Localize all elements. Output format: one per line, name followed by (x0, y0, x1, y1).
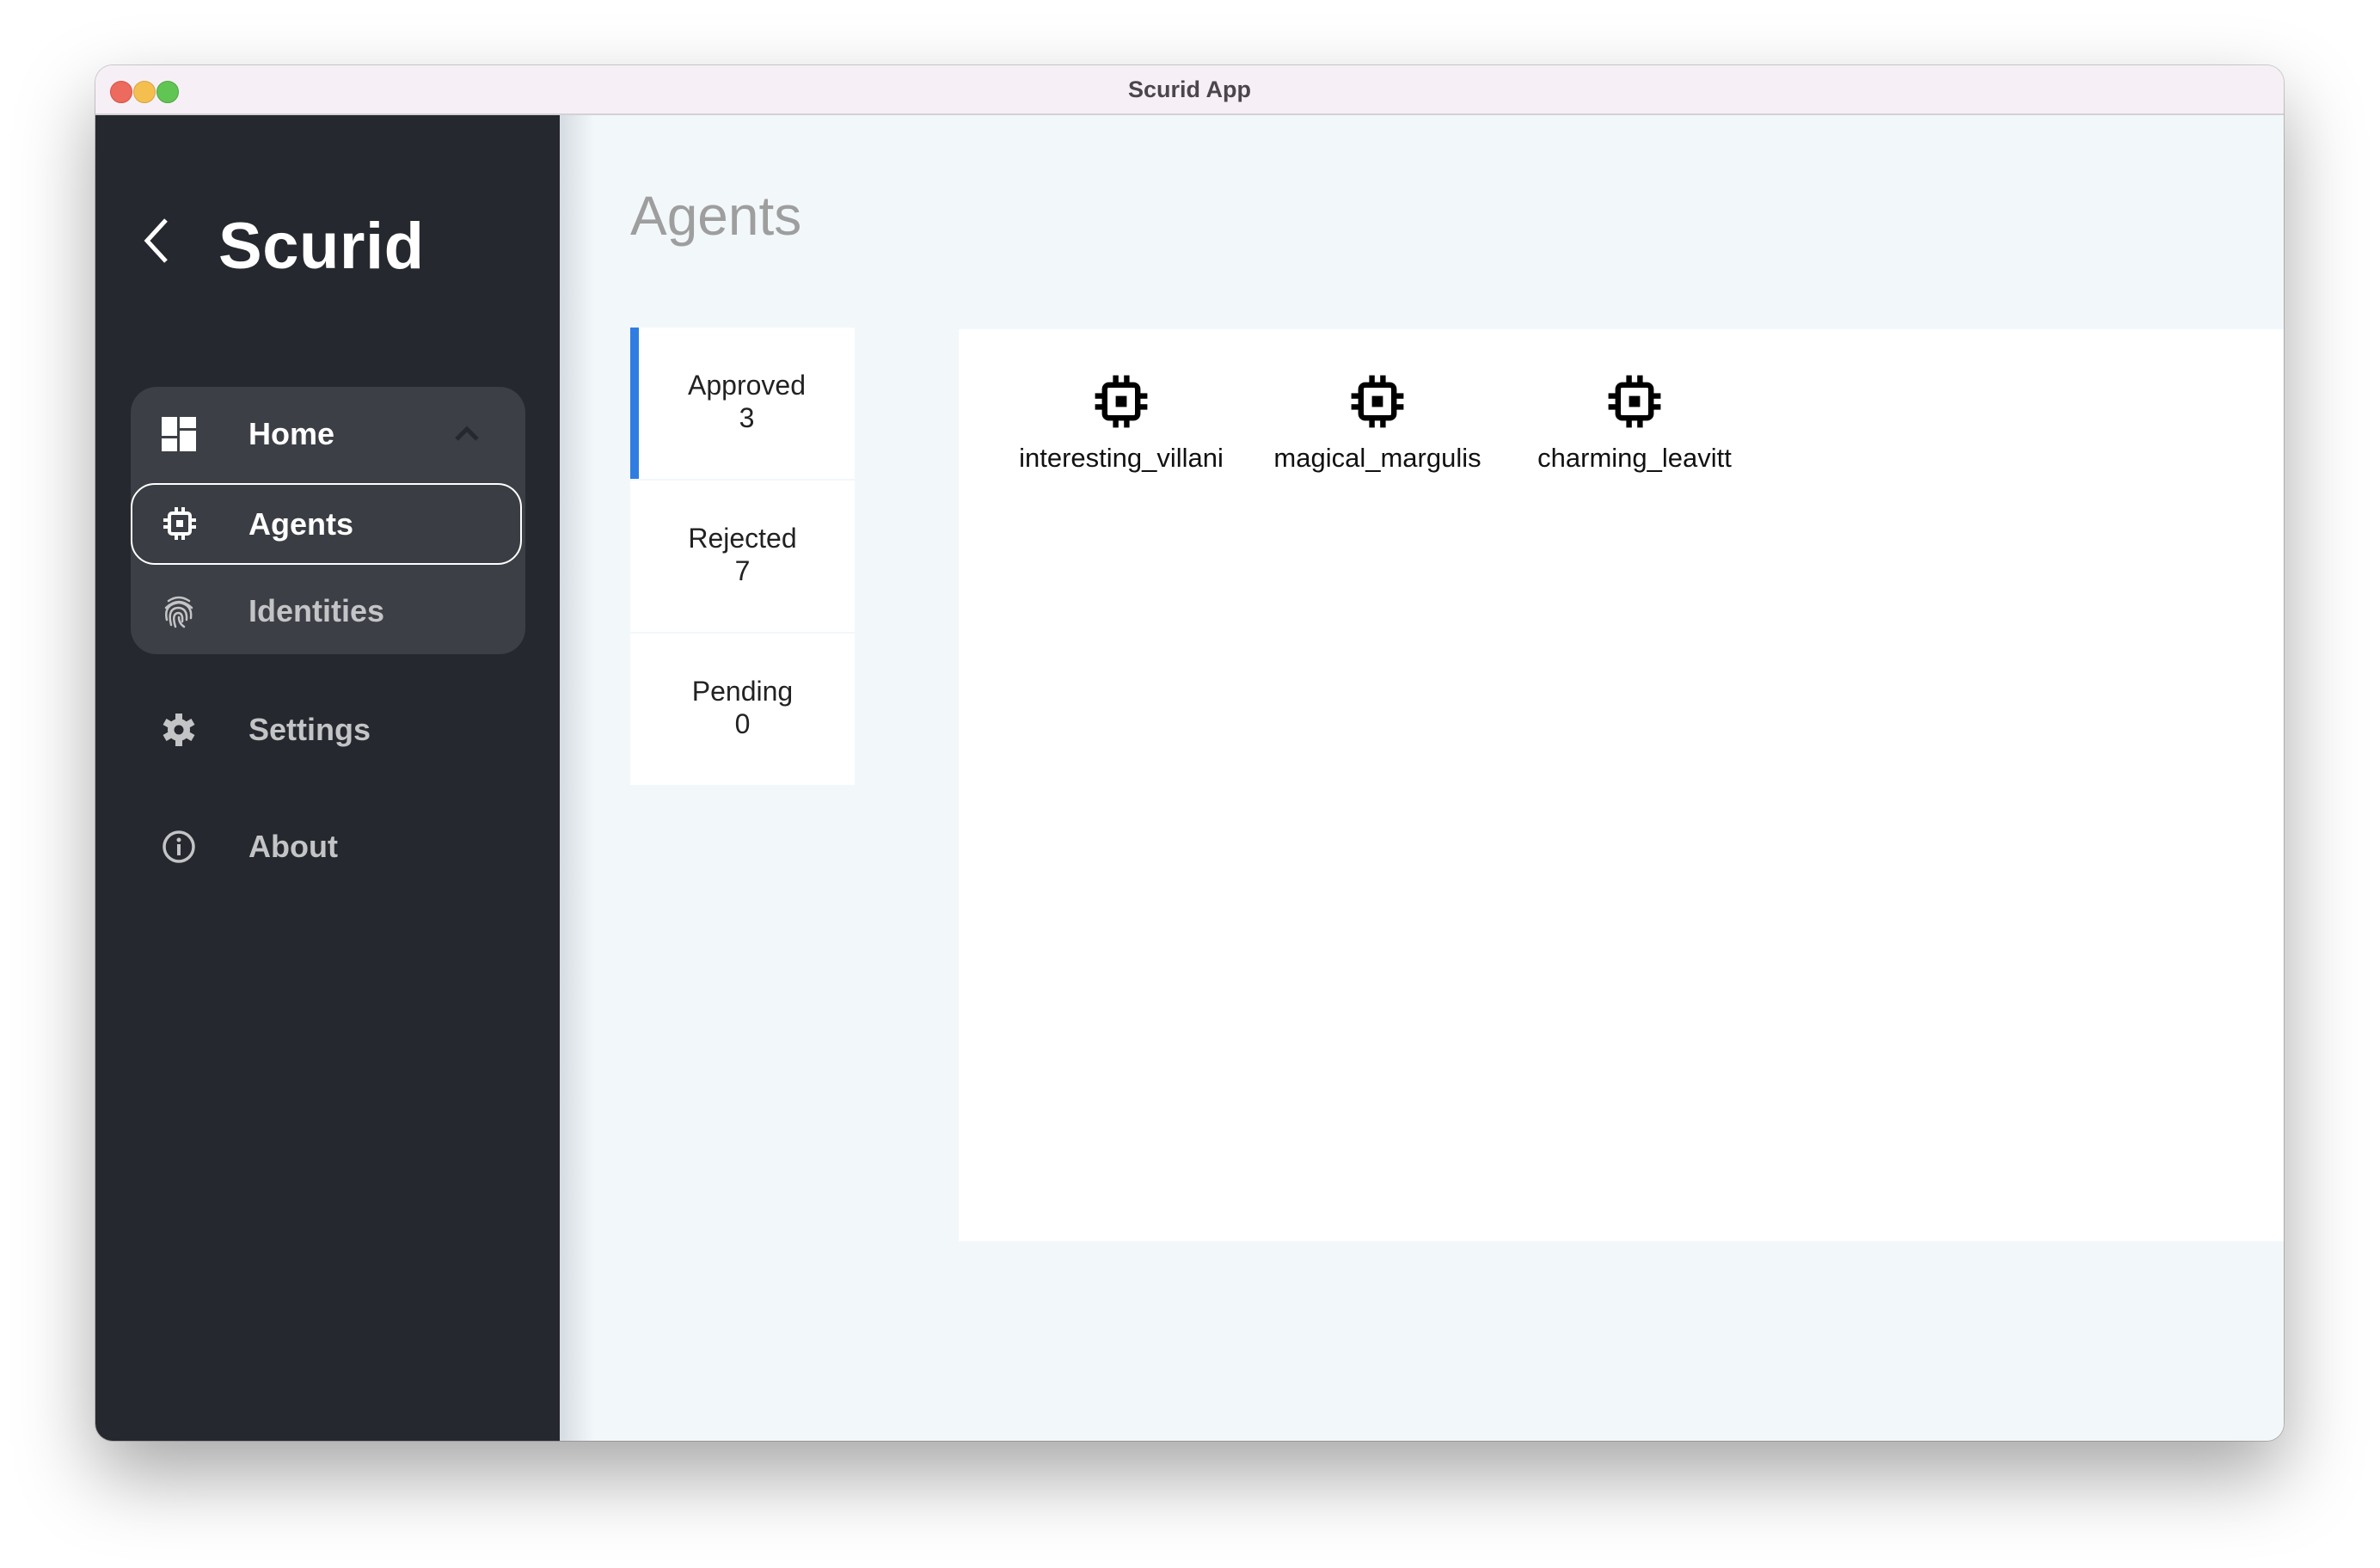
app-window: Scurid App Scurid Home Agents Identities… (95, 65, 2284, 1441)
main-content: Agents Approved 3 Rejected 7 Pending 0 i… (560, 115, 2284, 1441)
chip-icon (1095, 375, 1148, 428)
tab-label: Approved (688, 370, 806, 401)
sidebar-item-label: Home (248, 416, 335, 451)
page-title: Agents (630, 185, 802, 247)
sidebar-item-label: Settings (248, 712, 371, 747)
agent-name: charming_leavitt (1537, 443, 1732, 473)
agent-name: magical_margulis (1273, 443, 1481, 473)
chevron-left-icon (144, 218, 168, 263)
sidebar-item-label: Agents (248, 506, 354, 542)
sidebar: Scurid Home Agents Identities Settings A… (95, 115, 560, 1441)
chip-icon (1351, 375, 1404, 428)
chip-icon (163, 507, 196, 540)
chevron-up-icon[interactable] (454, 423, 480, 444)
sidebar-item-label: About (248, 829, 338, 864)
tab-count: 7 (734, 555, 751, 586)
agent-name: interesting_villani (1019, 443, 1224, 473)
agent-item[interactable]: charming_leavitt (1514, 374, 1755, 475)
tab-count: 3 (739, 402, 755, 433)
info-icon (163, 830, 195, 863)
sidebar-item-home[interactable]: Home (131, 387, 525, 471)
sidebar-shadow (560, 115, 594, 1441)
fingerprint-icon (164, 596, 193, 628)
sidebar-item-agents[interactable]: Agents (131, 483, 522, 565)
sidebar-item-label: Identities (248, 593, 385, 628)
window-title: Scurid App (1127, 77, 1251, 102)
gear-icon (163, 714, 195, 746)
dashboard-icon (162, 417, 196, 451)
back-button[interactable] (140, 217, 175, 265)
agent-item[interactable]: interesting_villani (1001, 374, 1242, 475)
nav-group-home: Home Agents Identities (131, 387, 525, 654)
app-brand: Scurid (218, 210, 425, 283)
agents-panel: interesting_villani magical_margulis cha… (959, 329, 2284, 1241)
tab-rejected[interactable]: Rejected 7 (630, 481, 855, 632)
tab-label: Rejected (688, 523, 797, 554)
tab-count: 0 (734, 708, 751, 739)
agent-item[interactable]: magical_margulis (1257, 374, 1498, 475)
tab-approved[interactable]: Approved 3 (630, 328, 855, 479)
tab-pending[interactable]: Pending 0 (630, 634, 855, 785)
sidebar-item-about[interactable]: About (131, 808, 525, 885)
title-bar: Scurid App (95, 65, 2284, 115)
sidebar-item-settings[interactable]: Settings (131, 691, 525, 769)
chip-icon (1608, 375, 1661, 428)
sidebar-item-identities[interactable]: Identities (131, 569, 525, 653)
tab-label: Pending (691, 676, 794, 707)
